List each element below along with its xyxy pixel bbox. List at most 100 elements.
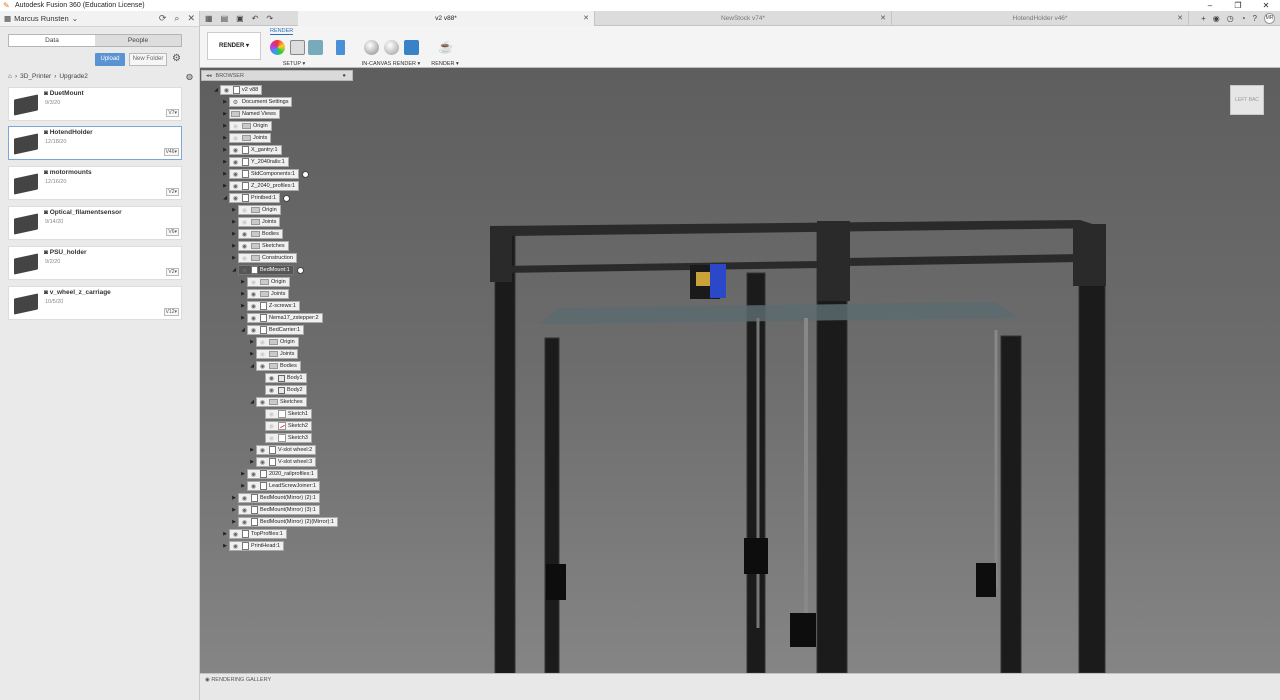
tree-node[interactable]: ▶ ◉ BedMount(Mirror) (2):1 [230,493,320,503]
file-card[interactable]: ◙ Optical_filamentsensor 9/14/20 V6▾ [8,206,182,240]
expand-toggle[interactable]: ▶ [221,99,229,105]
tree-node-box[interactable]: ◉ 2020_railprofiles:1 [247,469,318,479]
visibility-eye-icon[interactable]: ◉ [240,219,249,226]
visibility-eye-icon[interactable]: ◉ [267,423,276,430]
tree-node-box[interactable]: ◉ Joints [256,349,299,359]
tree-node[interactable]: ▶ ◉ Z_2040_profiles:1 [221,181,300,191]
visibility-eye-icon[interactable]: ◉ [240,207,249,214]
avatar[interactable]: MR [1264,12,1275,24]
tree-node[interactable]: ▶ ◉ Y_2040rails:1 [221,157,289,167]
redo-icon[interactable]: ↷ [266,14,273,23]
tree-node[interactable]: ▶ Named Views [221,109,280,119]
tree-node-box[interactable]: ◉ Bodies [256,361,301,371]
expand-toggle[interactable]: ▶ [221,171,229,177]
tree-node-box[interactable]: ◉ Body2 [265,385,307,395]
tree-node[interactable]: ▶ ◉ Bodies [230,229,283,239]
expand-toggle[interactable]: ▶ [230,219,238,225]
visibility-eye-icon[interactable]: ◉ [249,327,258,334]
tree-node-box[interactable]: ◉ Nema17_zstepper:2 [247,313,323,323]
visibility-eye-icon[interactable]: ◉ [240,519,249,526]
pin-icon[interactable]: ● [342,73,346,79]
expand-toggle[interactable]: ▶ [221,135,229,141]
home-icon[interactable]: ⌂ [8,73,12,80]
expand-toggle[interactable]: ▶ [221,147,229,153]
tree-node-box[interactable]: ◉ Joints [247,289,290,299]
tree-node[interactable]: ▶ ◉ Nema17_zstepper:2 [239,313,323,323]
visibility-eye-icon[interactable]: ◉ [222,87,231,94]
tree-node-box[interactable]: ◉ Origin [247,277,290,287]
expand-toggle[interactable]: ▶ [239,315,247,321]
tree-node-box[interactable]: ◉ Sketch3 [265,433,312,443]
expand-toggle[interactable]: ▶ [221,543,229,549]
maximize-button[interactable]: ❐ [1224,1,1252,10]
close-icon[interactable]: ✕ [583,14,589,22]
version-badge[interactable]: V6▾ [166,228,179,236]
tree-node[interactable]: ◢ ◉ Bodies [248,361,301,371]
close-icon[interactable]: ✕ [1177,14,1183,22]
expand-toggle[interactable]: ▶ [221,183,229,189]
visibility-eye-icon[interactable]: ◉ [231,135,240,142]
expand-toggle[interactable]: ▶ [248,459,256,465]
breadcrumb-item[interactable]: Upgrade2 [59,73,88,80]
tree-node[interactable]: ▶ ◉ BedMount(Mirror) (2)(Mirror):1 [230,517,338,527]
tree-node[interactable]: ◢ ◉ v2 v88 [212,85,263,95]
notifications-icon[interactable]: ◔ [1241,14,1246,23]
tree-node-box[interactable]: ◉ Sketches [238,241,289,251]
visibility-eye-icon[interactable]: ◉ [231,543,240,550]
tree-node-box[interactable]: ◉ StdComponents:1 [229,169,300,179]
visibility-eye-icon[interactable]: ◉ [231,195,240,202]
visibility-eye-icon[interactable]: ◉ [258,399,267,406]
tree-node[interactable]: ◉ Sketch3 [257,433,312,443]
tree-node-box[interactable]: ◉ Z-screws:1 [247,301,300,311]
render-settings-icon[interactable] [384,40,399,55]
tree-node[interactable]: ◢ ◉ Sketches [248,397,307,407]
tree-node[interactable]: ▶ ◉ PrintHead:1 [221,541,285,551]
visibility-eye-icon[interactable]: ◉ [231,531,240,538]
activate-radio[interactable] [302,170,310,178]
visibility-eye-icon[interactable]: ◉ [240,255,249,262]
sync-icon[interactable]: ◍ [186,72,193,81]
visibility-eye-icon[interactable]: ◉ [258,459,267,466]
tree-node-box[interactable]: ◉ Y_2040rails:1 [229,157,289,167]
visibility-eye-icon[interactable]: ◉ [231,147,240,154]
expand-toggle[interactable]: ▶ [230,207,238,213]
expand-toggle[interactable]: ▶ [248,339,256,345]
expand-toggle[interactable]: ▶ [221,159,229,165]
tree-node[interactable]: ▶ ◉ Origin [221,121,272,131]
minimize-button[interactable]: – [1196,1,1224,10]
tree-node-box[interactable]: ◉ Origin [238,205,281,215]
capture-image-icon[interactable] [404,40,419,55]
expand-toggle[interactable]: ▶ [239,291,247,297]
tree-node-box[interactable]: ◉ Sketch1 [265,409,312,419]
tree-node[interactable]: ▶ ⚙ Document Settings [221,97,293,107]
tree-node-box[interactable]: ◉ TopProfiles:1 [229,529,287,539]
tree-node[interactable]: ◢ ◉ BedMount:1 [230,265,304,275]
visibility-eye-icon[interactable]: ◉ [258,363,267,370]
expand-toggle[interactable]: ◢ [221,195,229,201]
tree-node-box[interactable]: ◉ V-slot wheel:3 [256,457,317,467]
tree-node-box[interactable]: ◉ BedMount(Mirror) (3):1 [238,505,320,515]
tree-node-box[interactable]: ◉ BedCarrier:1 [247,325,305,335]
search-icon[interactable]: ⌕ [174,13,179,24]
user-menu[interactable]: ▦ Marcus Runsten ⌄ [4,14,78,23]
in-canvas-render-icon[interactable] [364,40,379,55]
tree-node[interactable]: ▶ ◉ Origin [239,277,290,287]
teapot-render-icon[interactable]: ☕ [438,40,454,55]
undo-icon[interactable]: ↶ [252,14,259,23]
visibility-eye-icon[interactable]: ◉ [267,411,276,418]
version-badge[interactable]: V12▾ [163,308,179,316]
plus-icon[interactable]: + [1201,14,1206,23]
clock-icon[interactable]: ◷ [1227,14,1234,23]
expand-toggle[interactable]: ▶ [221,111,229,117]
tree-node[interactable]: ▶ ◉ Origin [230,205,281,215]
version-badge[interactable]: V46▾ [163,148,179,156]
tree-node[interactable]: ▶ ◉ BedMount(Mirror) (3):1 [230,505,320,515]
tree-node[interactable]: ▶ ◉ V-slot wheel:2 [248,445,317,455]
activate-radio[interactable] [283,194,291,202]
visibility-eye-icon[interactable]: ◉ [231,123,240,130]
close-window-button[interactable]: ✕ [1252,1,1280,10]
expand-toggle[interactable]: ▶ [248,447,256,453]
tree-node[interactable]: ▶ ◉ TopProfiles:1 [221,529,287,539]
visibility-eye-icon[interactable]: ◉ [231,171,240,178]
expand-toggle[interactable]: ◢ [239,327,247,333]
